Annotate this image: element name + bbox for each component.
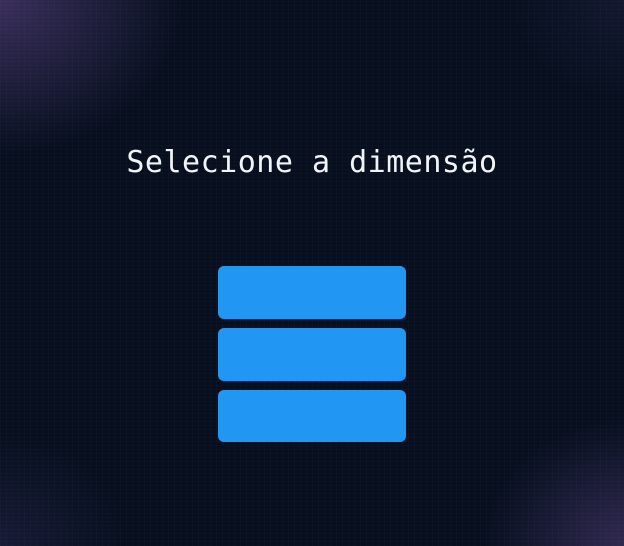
page-title: Selecione a dimensão [126, 145, 498, 180]
dimension-options [218, 266, 406, 442]
dimension-option-button-2[interactable] [218, 328, 406, 381]
dimension-option-button-3[interactable] [218, 390, 406, 442]
dimension-option-button-1[interactable] [218, 266, 406, 319]
